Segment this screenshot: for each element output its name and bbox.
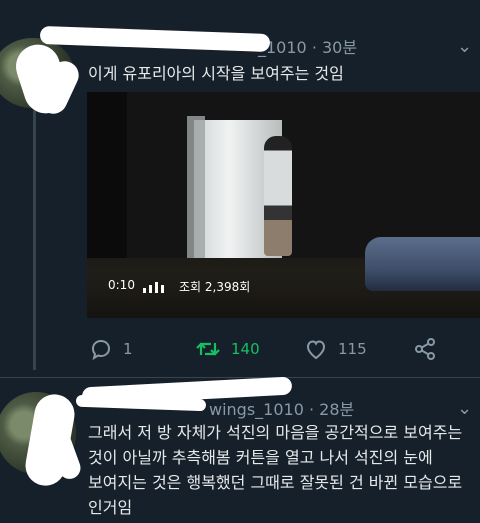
- timestamp[interactable]: · 28분: [309, 400, 354, 419]
- like-count: 115: [338, 340, 367, 358]
- tweet-header: wings_1010 · 28분: [209, 396, 354, 420]
- video-frame-curtain: [187, 116, 205, 276]
- share-button[interactable]: [413, 336, 437, 362]
- reply-icon: [91, 339, 111, 361]
- handle[interactable]: wings_1010: [209, 400, 304, 419]
- retweet-count: 140: [231, 340, 260, 358]
- reply-count: 1: [123, 340, 133, 358]
- heart-icon: [306, 340, 326, 360]
- redaction-mark: [39, 25, 271, 53]
- tweet-text: 그래서 저 방 자체가 석진의 마음을 공간적으로 보여주는 것이 아닐까 추측…: [88, 420, 462, 520]
- tweet-text-line: 보여지는 것은 행복했던 그때로 잘못된 건 바뀐 모습으로: [88, 473, 463, 492]
- tweet-header: _1010 · 30분: [258, 34, 357, 58]
- reply-button[interactable]: 1: [89, 336, 133, 362]
- timestamp[interactable]: · 30분: [312, 38, 357, 57]
- tweet-text-line: 인거임: [88, 498, 133, 517]
- video-player[interactable]: 0:10 조회 2,398회: [87, 92, 480, 318]
- chevron-down-icon[interactable]: ⌄: [457, 398, 472, 419]
- tweet-text-line: 그래서 저 방 자체가 석진의 마음을 공간적으로 보여주는: [88, 423, 463, 442]
- video-overlay: [87, 270, 480, 318]
- video-view-count: 조회 2,398회: [179, 280, 251, 294]
- volume-bars-icon[interactable]: [143, 281, 165, 293]
- video-time: 0:10: [108, 278, 135, 292]
- thread-connector: [33, 108, 36, 370]
- tweet-text: 이게 유포리아의 시작을 보여주는 것임: [88, 64, 344, 83]
- retweet-button[interactable]: 140: [195, 336, 260, 362]
- chevron-down-icon[interactable]: ⌄: [457, 36, 472, 57]
- like-button[interactable]: 115: [304, 336, 367, 362]
- share-icon: [415, 338, 435, 360]
- retweet-icon: [196, 342, 220, 356]
- video-frame-person: [264, 136, 292, 256]
- tweet-divider: [0, 377, 480, 378]
- tweet-text-line: 것이 아닐까 추측해봄 커튼을 열고 나서 석진의 눈에: [88, 448, 433, 467]
